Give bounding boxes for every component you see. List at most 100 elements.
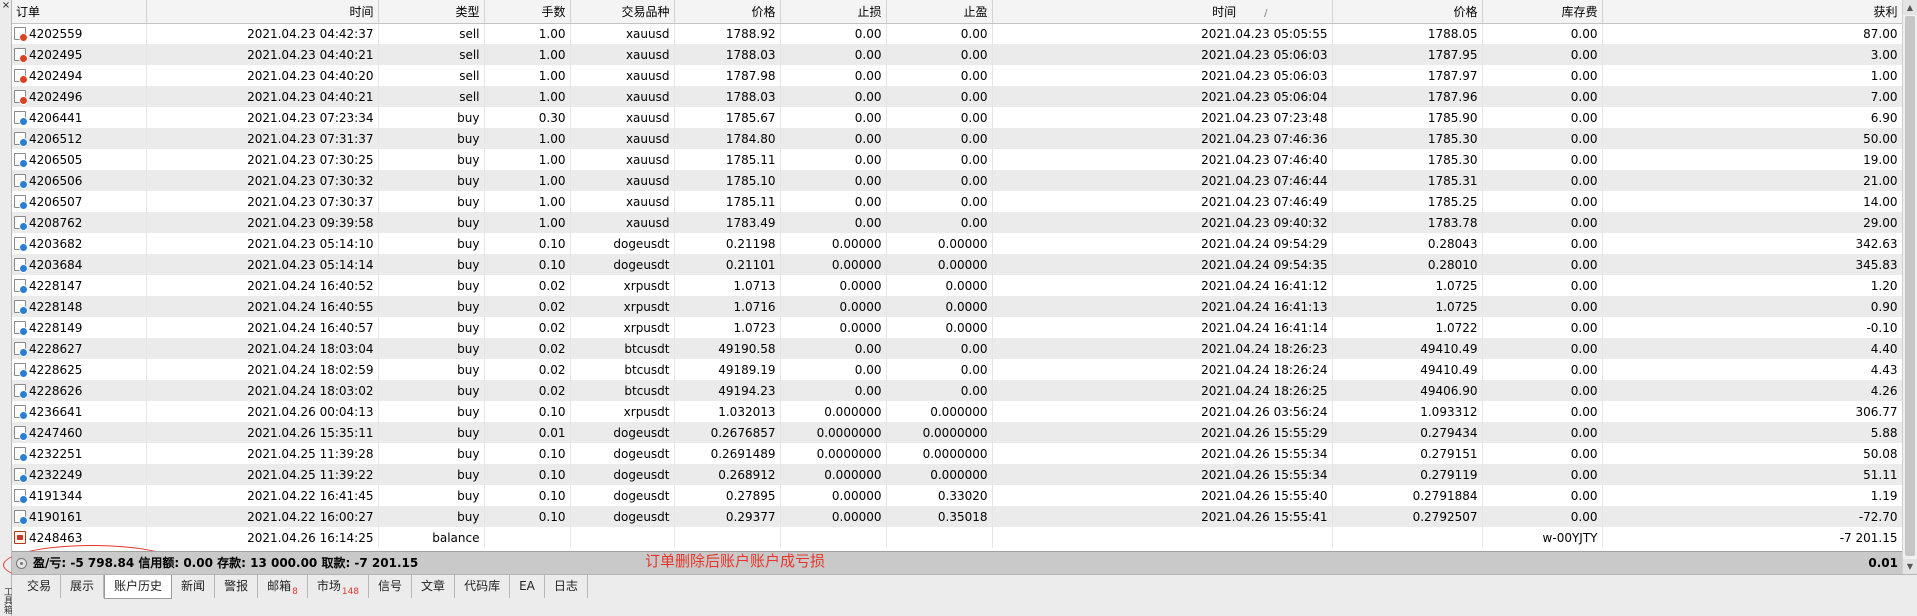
table-row[interactable]: 4190161 2021.04.22 16:00:27 buy 0.10 dogeusd…	[12, 506, 1902, 527]
table-row[interactable]: 4228625 2021.04.24 18:02:59 buy 0.02 btcusdt…	[12, 359, 1902, 380]
tab-0[interactable]: 交易	[18, 575, 62, 598]
column-header-type[interactable]: 类型	[378, 0, 485, 24]
tab-9[interactable]: 代码库	[455, 575, 511, 598]
cell-close-time: 2021.04.26 03:56:24	[992, 401, 1333, 422]
table-row[interactable]: 4202494 2021.04.23 04:40:20 sell 1.00 xauusd…	[12, 65, 1902, 86]
cell-close-price: 0.279151	[1332, 443, 1483, 464]
table-row[interactable]: 4202495 2021.04.23 04:40:21 sell 1.00 xauusd…	[12, 44, 1902, 65]
tab-7[interactable]: 信号	[369, 575, 413, 598]
column-header-symbol[interactable]: 交易品种	[570, 0, 675, 24]
cell-profit: 3.00	[1602, 44, 1902, 65]
scroll-down-arrow-icon[interactable]: ▼	[1903, 559, 1917, 574]
cell-tp: 0.0000000	[886, 422, 993, 443]
cell-sl: 0.00000	[780, 254, 887, 275]
table-row[interactable]: 4206505 2021.04.23 07:30:25 buy 1.00 xauusd 1…	[12, 149, 1902, 170]
cell-volume: 0.01	[484, 422, 571, 443]
cell-sl: 0.00	[780, 149, 887, 170]
table-row[interactable]: 4202559 2021.04.23 04:42:37 sell 1.00 xauusd…	[12, 23, 1902, 44]
table-row[interactable]: 4206507 2021.04.23 07:30:37 buy 1.00 xauusd 1…	[12, 191, 1902, 212]
sell-order-icon	[14, 89, 28, 105]
column-header-swap[interactable]: 库存费	[1482, 0, 1603, 24]
buy-order-icon	[14, 278, 28, 294]
column-header-open-time[interactable]: 时间	[146, 0, 379, 24]
tab-2[interactable]: 账户历史	[104, 575, 173, 599]
tab-10[interactable]: EA	[510, 575, 545, 598]
cell-profit: 4.40	[1602, 338, 1902, 359]
ticket-number: 4232249	[29, 467, 83, 482]
column-header-profit[interactable]: 获利	[1602, 0, 1902, 24]
table-row[interactable]: 4228627 2021.04.24 18:03:04 buy 0.02 btcusdt…	[12, 338, 1902, 359]
close-icon[interactable]: ×	[1, 1, 11, 11]
table-row[interactable]: 4228147 2021.04.24 16:40:52 buy 0.02 xrpusdt…	[12, 275, 1902, 296]
table-row[interactable]: 4203682 2021.04.23 05:14:10 buy 0.10 dogeusd…	[12, 233, 1902, 254]
table-row[interactable]: 4208762 2021.04.23 09:39:58 buy 1.00 xauusd 1…	[12, 212, 1902, 233]
tab-5[interactable]: 邮箱8	[258, 575, 308, 598]
cell-ticket: 4228625	[12, 359, 147, 380]
ticket-number: 4228627	[29, 341, 83, 356]
cell-open-price: 0.2676857	[674, 422, 781, 443]
cell-swap: 0.00	[1482, 401, 1603, 422]
column-header-close-price[interactable]: 价格	[1332, 0, 1483, 24]
column-header-tp[interactable]: 止盈	[886, 0, 993, 24]
cell-profit: 21.00	[1602, 170, 1902, 191]
table-row[interactable]: 4247460 2021.04.26 15:35:11 buy 0.01 dogeusd…	[12, 422, 1902, 443]
table-row[interactable]: 4203684 2021.04.23 05:14:14 buy 0.10 dogeusd…	[12, 254, 1902, 275]
table-row[interactable]: 4232249 2021.04.25 11:39:22 buy 0.10 dogeusd…	[12, 464, 1902, 485]
scroll-thumb[interactable]	[1905, 16, 1915, 556]
tab-4[interactable]: 警报	[215, 575, 259, 598]
buy-order-icon	[14, 383, 28, 399]
tab-3[interactable]: 新闻	[172, 575, 216, 598]
cell-ticket: 4202494	[12, 65, 147, 86]
scroll-up-arrow-icon[interactable]: ▲	[1903, 0, 1917, 15]
tab-label: 交易	[27, 579, 52, 593]
cell-type: buy	[378, 128, 485, 149]
cell-sl: 0.0000	[780, 317, 887, 338]
table-row[interactable]: 4228148 2021.04.24 16:40:55 buy 0.02 xrpusdt…	[12, 296, 1902, 317]
tab-8[interactable]: 文章	[412, 575, 456, 598]
cell-close-price: 0.28043	[1332, 233, 1483, 254]
cell-symbol: xauusd	[570, 107, 675, 128]
cell-open-price: 1788.03	[674, 86, 781, 107]
summary-row[interactable]: 盈/亏: -5 798.84 信用额: 0.00 存款: 13 000.00 取…	[12, 551, 1902, 574]
table-row[interactable]: 4236641 2021.04.26 00:04:13 buy 0.10 xrpusdt…	[12, 401, 1902, 422]
vertical-scrollbar[interactable]: ▲ ▼	[1902, 0, 1917, 574]
column-header-close-time-label: 时间	[1212, 4, 1237, 19]
cell-open-price: 49190.58	[674, 338, 781, 359]
summary-icon	[16, 558, 27, 569]
column-header-volume[interactable]: 手数	[484, 0, 571, 24]
buy-order-icon	[14, 467, 28, 483]
table-row[interactable]: 4206441 2021.04.23 07:23:34 buy 0.30 xauusd 1…	[12, 107, 1902, 128]
toolbox-side-strip[interactable]: × 工具箱	[0, 0, 12, 616]
tab-1[interactable]: 展示	[61, 575, 105, 598]
cell-profit: 7.00	[1602, 86, 1902, 107]
column-header-open-price[interactable]: 价格	[674, 0, 781, 24]
cell-close-time: 2021.04.26 15:55:41	[992, 506, 1333, 527]
cell-volume: 0.02	[484, 296, 571, 317]
cell-close-time: 2021.04.23 07:23:48	[992, 107, 1333, 128]
column-header-close-time[interactable]: 时间 /	[992, 0, 1333, 24]
table-row[interactable]: 4191344 2021.04.22 16:41:45 buy 0.10 dogeusd…	[12, 485, 1902, 506]
cell-profit: 0.90	[1602, 296, 1902, 317]
column-header-ticket[interactable]: 订单	[12, 0, 147, 24]
table-row[interactable]: 4248463 2021.04.26 16:14:25 balance w-00YJT…	[12, 527, 1902, 548]
cell-type: buy	[378, 149, 485, 170]
cell-swap: 0.00	[1482, 464, 1603, 485]
table-row[interactable]: 4228149 2021.04.24 16:40:57 buy 0.02 xrpusdt…	[12, 317, 1902, 338]
table-row[interactable]: 4206512 2021.04.23 07:31:37 buy 1.00 xauusd 1…	[12, 128, 1902, 149]
table-row[interactable]: 4206506 2021.04.23 07:30:32 buy 1.00 xauusd 1…	[12, 170, 1902, 191]
ticket-number: 4202559	[29, 26, 83, 41]
table-row[interactable]: 4228626 2021.04.24 18:03:02 buy 0.02 btcusdt…	[12, 380, 1902, 401]
tab-6[interactable]: 市场148	[308, 575, 370, 598]
cell-open-price: 1788.03	[674, 44, 781, 65]
cell-swap: 0.00	[1482, 359, 1603, 380]
table-row[interactable]: 4232251 2021.04.25 11:39:28 buy 0.10 dogeusd…	[12, 443, 1902, 464]
cell-close-price: 49410.49	[1332, 338, 1483, 359]
tab-11[interactable]: 日志	[545, 575, 588, 598]
column-header-sl[interactable]: 止损	[780, 0, 887, 24]
cell-volume: 1.00	[484, 23, 571, 44]
cell-sl: 0.00000	[780, 233, 887, 254]
table-row[interactable]: 4202496 2021.04.23 04:40:21 sell 1.00 xauusd…	[12, 86, 1902, 107]
cell-close-price: 0.2791884	[1332, 485, 1483, 506]
cell-sl: 0.00	[780, 23, 887, 44]
cell-volume: 0.02	[484, 275, 571, 296]
